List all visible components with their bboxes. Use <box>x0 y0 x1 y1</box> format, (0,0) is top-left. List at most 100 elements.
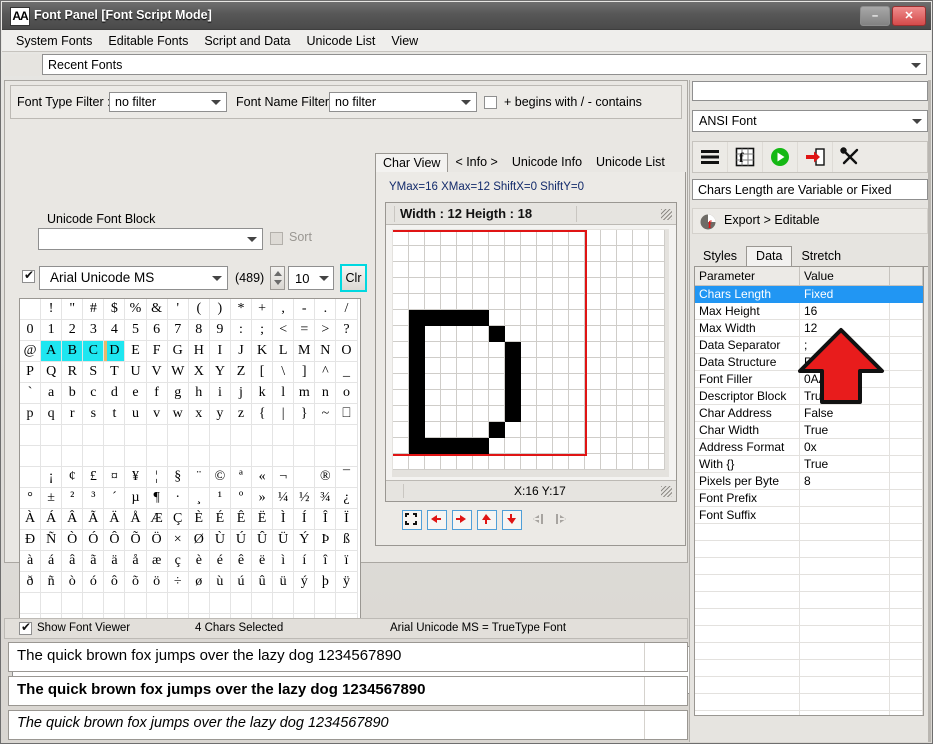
char-cell[interactable]: j <box>230 383 253 404</box>
pixel-cell[interactable] <box>569 454 585 470</box>
pixel-cell[interactable] <box>585 326 601 342</box>
char-cell[interactable] <box>252 593 274 614</box>
pixel-cell[interactable] <box>457 454 473 470</box>
parameter-value[interactable] <box>800 660 890 677</box>
tab-data[interactable]: Data <box>746 246 793 267</box>
parameter-name[interactable]: Max Width <box>695 320 800 337</box>
pixel-cell[interactable] <box>425 326 441 342</box>
char-cell[interactable]: g <box>167 383 189 404</box>
char-cell[interactable]: ¦ <box>146 467 168 488</box>
char-cell[interactable]: H <box>188 341 210 362</box>
pixel-cell[interactable] <box>537 374 553 390</box>
pixel-cell[interactable] <box>425 294 441 310</box>
pixel-cell[interactable] <box>633 230 649 246</box>
char-cell[interactable]: ñ <box>41 572 63 593</box>
table-row[interactable]: Max Width 12 <box>695 320 923 337</box>
char-cell[interactable]: ÷ <box>167 572 189 593</box>
pixel-cell[interactable] <box>601 454 617 470</box>
pixel-cell[interactable] <box>537 406 553 422</box>
parameter-extra[interactable] <box>890 490 923 507</box>
pixel-cell[interactable] <box>489 406 505 422</box>
char-cell[interactable] <box>209 446 231 467</box>
pixel-cell[interactable] <box>617 454 633 470</box>
char-cell[interactable]: Á <box>41 509 63 530</box>
pixel-cell[interactable] <box>585 438 601 454</box>
parameter-extra[interactable] <box>890 388 923 405</box>
parameter-value[interactable]: True <box>800 388 890 405</box>
pixel-cell[interactable] <box>425 246 441 262</box>
pixel-cell[interactable] <box>649 342 665 358</box>
pixel-cell[interactable] <box>601 342 617 358</box>
pixel-cell[interactable] <box>569 342 585 358</box>
char-cell[interactable]: Ü <box>273 530 295 551</box>
font-size-combo[interactable]: 10 <box>288 266 334 290</box>
pixel-cell[interactable] <box>601 422 617 438</box>
char-cell[interactable]: ð <box>20 572 42 593</box>
char-cell[interactable] <box>252 425 274 446</box>
char-cell[interactable]: w <box>167 404 189 425</box>
pixel-cell[interactable] <box>489 246 505 262</box>
char-cell[interactable]: ý <box>294 572 316 593</box>
pixel-cell[interactable] <box>489 326 505 342</box>
table-row[interactable] <box>695 541 923 558</box>
parameter-extra[interactable] <box>890 354 923 371</box>
pixel-cell[interactable] <box>425 262 441 278</box>
pixel-cell[interactable] <box>473 326 489 342</box>
parameter-extra[interactable] <box>890 541 923 558</box>
parameter-name[interactable] <box>695 558 800 575</box>
pixel-cell[interactable] <box>633 438 649 454</box>
parameter-name[interactable]: Max Height <box>695 303 800 320</box>
tab-unicode-list[interactable]: Unicode List <box>589 153 672 172</box>
parameter-value[interactable]: 12 <box>800 320 890 337</box>
pixel-cell[interactable] <box>425 374 441 390</box>
pixel-cell[interactable] <box>537 262 553 278</box>
char-cell[interactable]: , <box>273 299 295 320</box>
pixel-cell[interactable] <box>537 246 553 262</box>
char-cell[interactable] <box>20 446 42 467</box>
pixel-cell[interactable] <box>393 310 409 326</box>
char-cell[interactable]: Â <box>62 509 84 530</box>
parameter-name[interactable] <box>695 575 800 592</box>
pixel-cell[interactable] <box>553 246 569 262</box>
char-cell[interactable]: å <box>125 551 147 572</box>
pixel-cell[interactable] <box>537 454 553 470</box>
char-cell[interactable]: î <box>315 551 337 572</box>
pixel-cell[interactable] <box>441 310 457 326</box>
pixel-cell[interactable] <box>521 358 537 374</box>
pixel-cell[interactable] <box>489 454 505 470</box>
parameter-value[interactable] <box>800 609 890 626</box>
char-cell[interactable]: è <box>188 551 210 572</box>
char-cell[interactable]: Ç <box>167 509 189 530</box>
char-cell[interactable]: Ö <box>146 530 168 551</box>
char-cell[interactable]: + <box>252 299 274 320</box>
tab-unicode-info[interactable]: Unicode Info <box>505 153 589 172</box>
parameter-extra[interactable] <box>890 320 923 337</box>
pixel-cell[interactable] <box>633 342 649 358</box>
char-cell[interactable] <box>20 425 42 446</box>
pixel-cell[interactable] <box>505 438 521 454</box>
pixel-cell[interactable] <box>601 294 617 310</box>
char-cell[interactable] <box>167 425 189 446</box>
pixel-cell[interactable] <box>441 278 457 294</box>
char-cell[interactable]: £ <box>83 467 105 488</box>
pixel-cell[interactable] <box>393 246 409 262</box>
pixel-cell[interactable] <box>425 406 441 422</box>
char-cell[interactable]: e <box>125 383 147 404</box>
char-cell[interactable]: ⎕ <box>336 404 358 425</box>
pixel-cell[interactable] <box>521 422 537 438</box>
pixel-cell[interactable] <box>569 262 585 278</box>
table-row[interactable]: With {} True <box>695 456 923 473</box>
pixel-cell[interactable] <box>473 374 489 390</box>
char-cell[interactable]: ) <box>209 299 231 320</box>
pixel-cell[interactable] <box>489 342 505 358</box>
char-cell[interactable]: ï <box>336 551 358 572</box>
table-row[interactable] <box>695 609 923 626</box>
char-cell[interactable]: Õ <box>125 530 147 551</box>
font-name-combo[interactable]: Arial Unicode MS <box>39 266 228 290</box>
pixel-cell[interactable] <box>441 374 457 390</box>
char-cell[interactable]: > <box>315 320 337 341</box>
right-top-field[interactable] <box>692 81 928 101</box>
char-cell[interactable]: ¤ <box>104 467 126 488</box>
char-cell[interactable]: J <box>230 341 253 362</box>
font-table-icon[interactable]: f <box>728 142 763 172</box>
